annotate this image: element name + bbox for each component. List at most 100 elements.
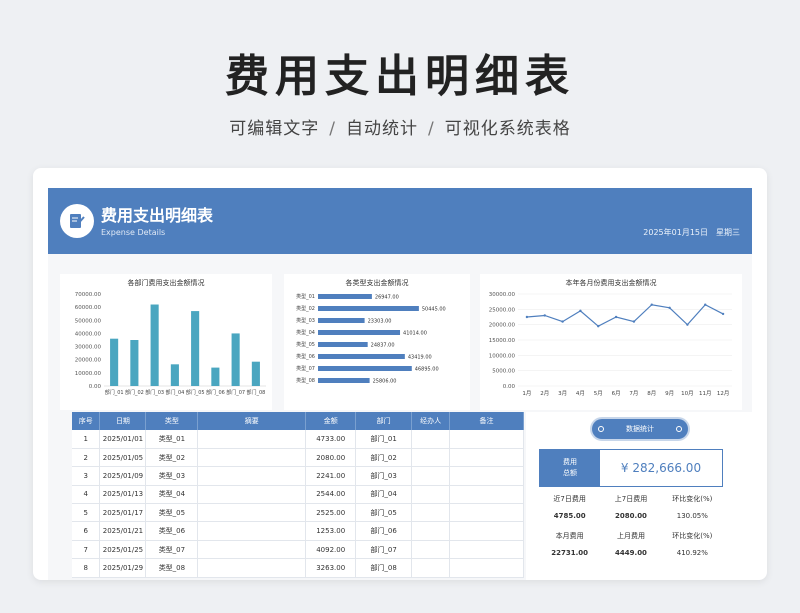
stat-value: 4449.00: [615, 549, 647, 557]
table-cell[interactable]: [449, 503, 524, 523]
table-row[interactable]: 2 2025/01/05 类型_02 2080.00 部门_02: [72, 448, 524, 468]
table-cell[interactable]: 2025/01/05: [99, 448, 147, 468]
table-cell[interactable]: 1: [72, 430, 101, 449]
col-header[interactable]: 部门: [355, 412, 413, 430]
table-cell[interactable]: [411, 540, 451, 560]
table-cell[interactable]: 类型_05: [145, 503, 199, 523]
table-row[interactable]: 4 2025/01/13 类型_04 2544.00 部门_04: [72, 485, 524, 505]
col-header[interactable]: 序号: [72, 412, 101, 430]
table-cell[interactable]: 部门_06: [355, 521, 413, 541]
table-cell[interactable]: [411, 448, 451, 468]
table-row[interactable]: 5 2025/01/17 类型_05 2525.00 部门_05: [72, 503, 524, 523]
table-cell[interactable]: 3263.00: [305, 558, 357, 578]
data-label: 23303.00: [368, 319, 392, 325]
table-row[interactable]: 6 2025/01/21 类型_06 1253.00 部门_06: [72, 521, 524, 541]
bar: [318, 294, 372, 299]
bar: [231, 333, 240, 386]
x-tick-label: 11月: [699, 390, 712, 397]
banner-title: 费用支出明细表: [101, 206, 214, 225]
col-header[interactable]: 摘要: [197, 412, 307, 430]
table-cell[interactable]: 部门_02: [355, 448, 413, 468]
table-cell[interactable]: [411, 558, 451, 578]
table-cell[interactable]: 2025/01/17: [99, 503, 147, 523]
table-cell[interactable]: 2080.00: [305, 448, 357, 468]
table-cell[interactable]: 类型_04: [145, 485, 199, 505]
table-cell[interactable]: 7: [72, 540, 101, 560]
bar: [318, 354, 405, 359]
table-cell[interactable]: [197, 558, 307, 578]
table-cell[interactable]: [411, 466, 451, 486]
table-cell[interactable]: 部门_03: [355, 466, 413, 486]
table-cell[interactable]: [449, 448, 524, 468]
data-label: 25806.00: [373, 379, 397, 385]
table-cell[interactable]: 类型_02: [145, 448, 199, 468]
table-cell[interactable]: [197, 448, 307, 468]
col-header[interactable]: 金额: [305, 412, 357, 430]
table-cell[interactable]: 2241.00: [305, 466, 357, 486]
table-cell[interactable]: 类型_07: [145, 540, 199, 560]
dept-bar-chart: 70000.00 60000.00 50000.00 40000.00 30000.00…: [75, 292, 266, 396]
table-cell[interactable]: 部门_04: [355, 485, 413, 505]
table-cell[interactable]: 2025/01/01: [99, 430, 147, 449]
table-cell[interactable]: [449, 540, 524, 560]
table-cell[interactable]: [449, 521, 524, 541]
table-cell[interactable]: 4092.00: [305, 540, 357, 560]
table-cell[interactable]: 部门_07: [355, 540, 413, 560]
table-cell[interactable]: [197, 466, 307, 486]
table-cell[interactable]: [197, 430, 307, 449]
col-header[interactable]: 经办人: [411, 412, 451, 430]
col-header[interactable]: 备注: [449, 412, 524, 430]
col-header[interactable]: 类型: [145, 412, 199, 430]
table-cell[interactable]: 2544.00: [305, 485, 357, 505]
table-cell[interactable]: [197, 485, 307, 505]
table-cell[interactable]: [411, 521, 451, 541]
table-cell[interactable]: 4: [72, 485, 101, 505]
table-cell[interactable]: 2: [72, 448, 101, 468]
table-cell[interactable]: 2025/01/21: [99, 521, 147, 541]
table-cell[interactable]: [411, 430, 451, 449]
hero-subtitle: 可编辑文字 / 自动统计 / 可视化系统表格: [0, 114, 800, 139]
table-cell[interactable]: 类型_08: [145, 558, 199, 578]
table-cell[interactable]: 4733.00: [305, 430, 357, 449]
table-cell[interactable]: 2025/01/09: [99, 466, 147, 486]
table-cell[interactable]: 2025/01/25: [99, 540, 147, 560]
table-cell[interactable]: 部门_08: [355, 558, 413, 578]
table-cell[interactable]: 2025/01/13: [99, 485, 147, 505]
table-cell[interactable]: [197, 521, 307, 541]
table-row[interactable]: 7 2025/01/25 类型_07 4092.00 部门_07: [72, 540, 524, 560]
table-cell[interactable]: [449, 466, 524, 486]
table-row[interactable]: 3 2025/01/09 类型_03 2241.00 部门_03: [72, 466, 524, 486]
table-cell[interactable]: 部门_05: [355, 503, 413, 523]
table-cell[interactable]: [449, 430, 524, 449]
table-cell[interactable]: 3: [72, 466, 101, 486]
y-tick-label: 类型_04: [296, 329, 315, 336]
table-row[interactable]: 8 2025/01/29 类型_08 3263.00 部门_08: [72, 558, 524, 578]
table-cell[interactable]: [411, 485, 451, 505]
total-label-line: 费用: [563, 458, 577, 466]
table-cell[interactable]: 5: [72, 503, 101, 523]
y-tick-label: 类型_02: [296, 305, 315, 312]
stat-value: 130.05%: [676, 512, 708, 520]
table-row[interactable]: 1 2025/01/01 类型_01 4733.00 部门_01: [72, 430, 524, 449]
table-cell[interactable]: 类型_01: [145, 430, 199, 449]
y-tick-label: 类型_01: [296, 293, 315, 300]
table-cell[interactable]: [449, 558, 524, 578]
table-cell[interactable]: 2525.00: [305, 503, 357, 523]
data-stats-button[interactable]: 数据统计: [592, 419, 688, 439]
table-cell[interactable]: 类型_06: [145, 521, 199, 541]
col-header[interactable]: 日期: [99, 412, 147, 430]
table-cell[interactable]: 2025/01/29: [99, 558, 147, 578]
table-cell[interactable]: [449, 485, 524, 505]
table-cell[interactable]: [197, 503, 307, 523]
table-cell[interactable]: 类型_03: [145, 466, 199, 486]
table-cell[interactable]: 1253.00: [305, 521, 357, 541]
stats-values-week: 4785.00 2080.00 130.05%: [539, 512, 723, 520]
data-point: [543, 314, 546, 317]
table-cell[interactable]: [411, 503, 451, 523]
table-cell[interactable]: [197, 540, 307, 560]
y-tick-label: 10000.00: [75, 371, 102, 377]
x-tick-label: 部门_03: [145, 389, 164, 396]
table-cell[interactable]: 8: [72, 558, 101, 578]
table-cell[interactable]: 部门_01: [355, 430, 413, 449]
table-cell[interactable]: 6: [72, 521, 101, 541]
